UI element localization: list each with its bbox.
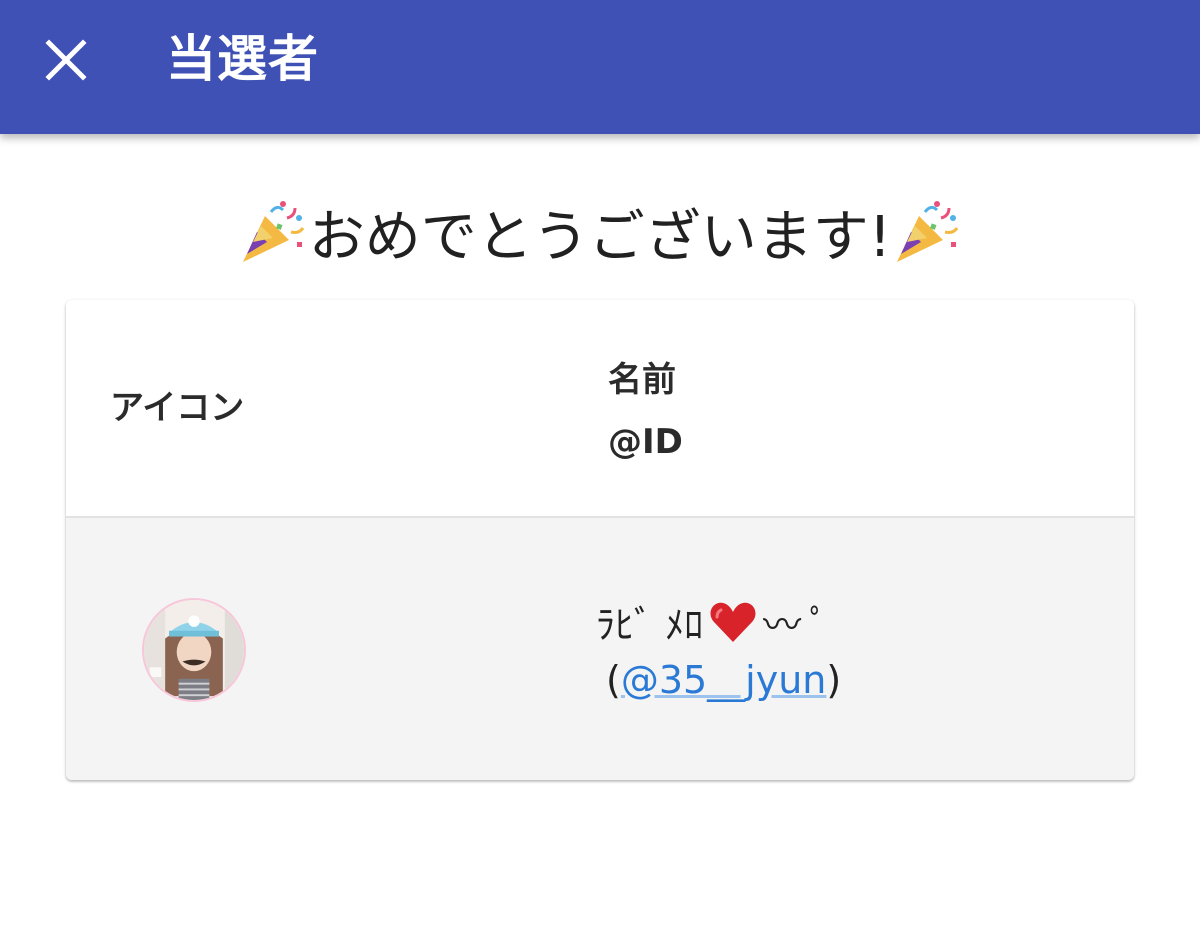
winner-table: アイコン 名前 @ID ﾗﾋﾞ ﾒﾛ 〰 ﾟ (@35__jyun) xyxy=(66,300,1134,780)
winner-id-open-paren: ( xyxy=(606,658,621,702)
congrats-text: おめでとうございます! xyxy=(308,204,892,270)
congrats-banner: おめでとうございます! xyxy=(0,190,1200,274)
close-icon xyxy=(44,38,88,86)
party-popper-icon xyxy=(891,196,963,268)
app-bar: 当選者 xyxy=(0,0,1200,134)
winner-name-text: ﾗﾋﾞ ﾒﾛ xyxy=(596,603,704,647)
red-heart-icon xyxy=(709,600,757,644)
party-popper-icon xyxy=(237,196,309,268)
winner-id-link[interactable]: @35__jyun xyxy=(621,658,827,702)
table-header: アイコン 名前 @ID xyxy=(66,300,1134,518)
winner-id-close-paren: ) xyxy=(826,658,842,702)
page-title: 当選者 xyxy=(166,30,319,88)
table-row: ﾗﾋﾞ ﾒﾛ 〰 ﾟ (@35__jyun) xyxy=(66,518,1134,780)
avatar[interactable] xyxy=(142,598,246,702)
winner-name-suffix: 〰 ﾟ xyxy=(763,603,829,647)
header-name-label: 名前 xyxy=(608,360,676,400)
header-icon-label: アイコン xyxy=(110,388,245,428)
header-id-label: @ID xyxy=(608,422,683,462)
winner-id: (@35__jyun) xyxy=(606,658,841,702)
winner-name: ﾗﾋﾞ ﾒﾛ 〰 ﾟ xyxy=(596,594,829,649)
close-button[interactable] xyxy=(30,26,102,98)
